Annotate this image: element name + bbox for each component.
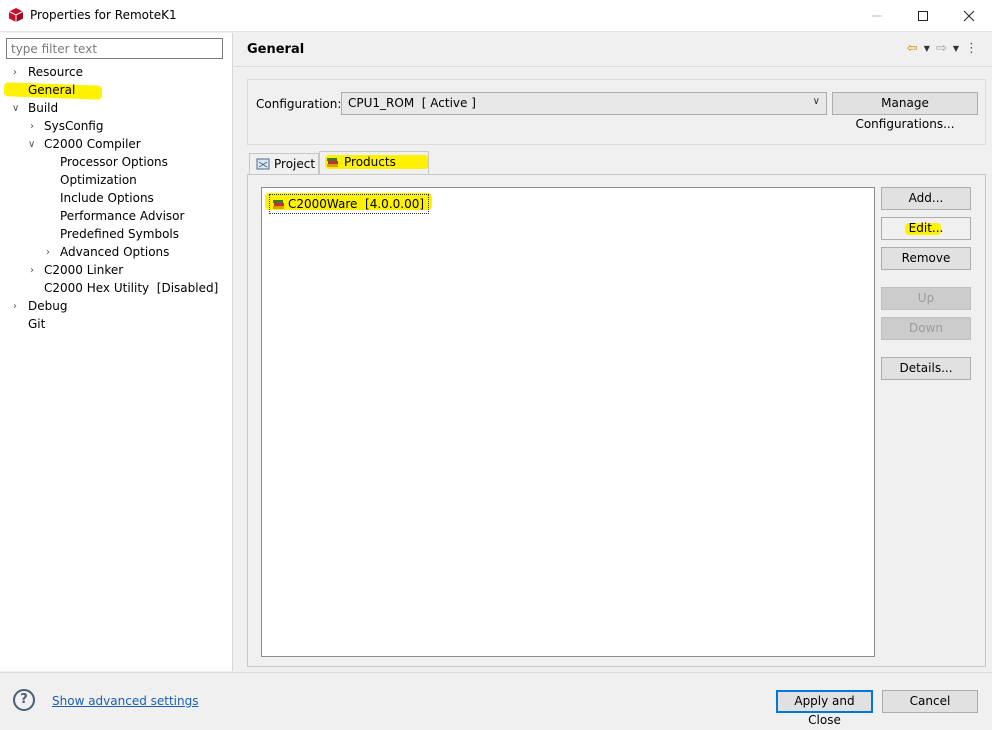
tree-item-c2000-compiler[interactable]: C2000 Compiler — [44, 135, 141, 153]
tree-item-performance-advisor[interactable]: Performance Advisor — [60, 207, 184, 225]
more-menu-icon[interactable]: ⋮ — [965, 41, 978, 56]
tree-item-c2000-hex-utility[interactable]: C2000 Hex Utility [Disabled] — [44, 279, 218, 297]
main-panel: General ⇦ ▼ ⇨ ▼ ⋮ Configuration: CPU1_RO… — [234, 33, 992, 671]
tree-item-debug[interactable]: Debug — [28, 297, 67, 315]
maximize-icon — [918, 11, 928, 21]
tree-item-processor-options[interactable]: Processor Options — [60, 153, 168, 171]
page-header: General ⇦ ▼ ⇨ ▼ ⋮ — [234, 33, 992, 67]
footer: ? Show advanced settings Apply and Close… — [0, 672, 992, 728]
configuration-label: Configuration: — [256, 97, 342, 111]
title-bar: Properties for RemoteK1 — [0, 0, 992, 32]
chevron-right-icon[interactable]: › — [30, 118, 42, 136]
chevron-right-icon[interactable]: › — [13, 298, 25, 316]
chevron-right-icon[interactable]: › — [46, 244, 58, 262]
configuration-value: CPU1_ROM [ Active ] — [348, 96, 476, 110]
manage-configurations-button[interactable]: Manage Configurations... — [832, 92, 978, 131]
maximize-button[interactable] — [900, 0, 946, 32]
edit-button[interactable]: Edit... — [881, 217, 971, 240]
forward-arrow-icon[interactable]: ⇨ — [936, 41, 947, 56]
tab-project-label: Project — [274, 157, 316, 171]
nav-toolbar: ⇦ ▼ ⇨ ▼ ⋮ — [907, 41, 978, 56]
apply-and-close-button[interactable]: Apply and Close — [776, 690, 873, 727]
chevron-down-icon[interactable]: ∨ — [12, 100, 24, 118]
products-panel: C2000Ware [4.0.0.00] Add... Edit... Remo… — [247, 174, 986, 667]
close-icon — [963, 10, 975, 22]
tree-item-optimization[interactable]: Optimization — [60, 171, 137, 189]
tab-project[interactable]: Project — [249, 153, 319, 175]
tree-item-resource[interactable]: Resource — [28, 63, 83, 81]
window-title: Properties for RemoteK1 — [30, 8, 177, 22]
products-list[interactable]: C2000Ware [4.0.0.00] — [261, 187, 875, 657]
tree-item-build[interactable]: Build — [28, 99, 58, 117]
down-button[interactable]: Down — [881, 317, 971, 340]
project-icon — [256, 158, 270, 170]
tree-item-advanced-options[interactable]: Advanced Options — [60, 243, 169, 261]
product-label: C2000Ware [4.0.0.00] — [288, 197, 425, 211]
up-button[interactable]: Up — [881, 287, 971, 310]
minimize-button[interactable] — [854, 0, 900, 32]
cancel-button[interactable]: Cancel — [882, 690, 978, 713]
tab-products-label: Products — [344, 155, 396, 169]
tree-item-sysconfig[interactable]: SysConfig — [44, 117, 103, 135]
app-cube-icon — [8, 8, 24, 22]
configuration-group: Configuration: CPU1_ROM [ Active ] ∨ Man… — [247, 79, 986, 145]
tree-item-predefined-symbols[interactable]: Predefined Symbols — [60, 225, 179, 243]
dropdown-arrow-icon[interactable]: ▼ — [924, 44, 930, 53]
tree-item-general[interactable]: General — [28, 81, 75, 99]
show-advanced-settings-link[interactable]: Show advanced settings — [52, 694, 199, 708]
tree-item-git[interactable]: Git — [28, 315, 45, 333]
details-button[interactable]: Details... — [881, 357, 971, 380]
chevron-right-icon[interactable]: › — [30, 262, 42, 280]
products-icon — [327, 158, 338, 167]
chevron-right-icon[interactable]: › — [13, 64, 25, 82]
chevron-down-icon[interactable]: ∨ — [28, 136, 40, 154]
back-arrow-icon[interactable]: ⇦ — [907, 41, 918, 56]
tab-products[interactable]: Products — [319, 151, 429, 175]
sidebar: › Resource General ∨ Build › SysConfig ∨… — [0, 33, 233, 671]
list-item[interactable]: C2000Ware [4.0.0.00] — [269, 194, 430, 214]
tree-item-c2000-linker[interactable]: C2000 Linker — [44, 261, 123, 279]
close-button[interactable] — [946, 0, 992, 32]
minimize-icon — [872, 15, 882, 17]
help-icon[interactable]: ? — [13, 689, 35, 711]
chevron-down-icon: ∨ — [812, 96, 820, 107]
remove-button[interactable]: Remove — [881, 247, 971, 270]
configuration-select[interactable]: CPU1_ROM [ Active ] ∨ — [341, 92, 827, 115]
dropdown-arrow-icon[interactable]: ▼ — [953, 44, 959, 53]
tree-item-include-options[interactable]: Include Options — [60, 189, 154, 207]
filter-input[interactable] — [6, 38, 223, 59]
product-package-icon — [273, 200, 284, 209]
page-title: General — [247, 42, 305, 57]
add-button[interactable]: Add... — [881, 187, 971, 210]
